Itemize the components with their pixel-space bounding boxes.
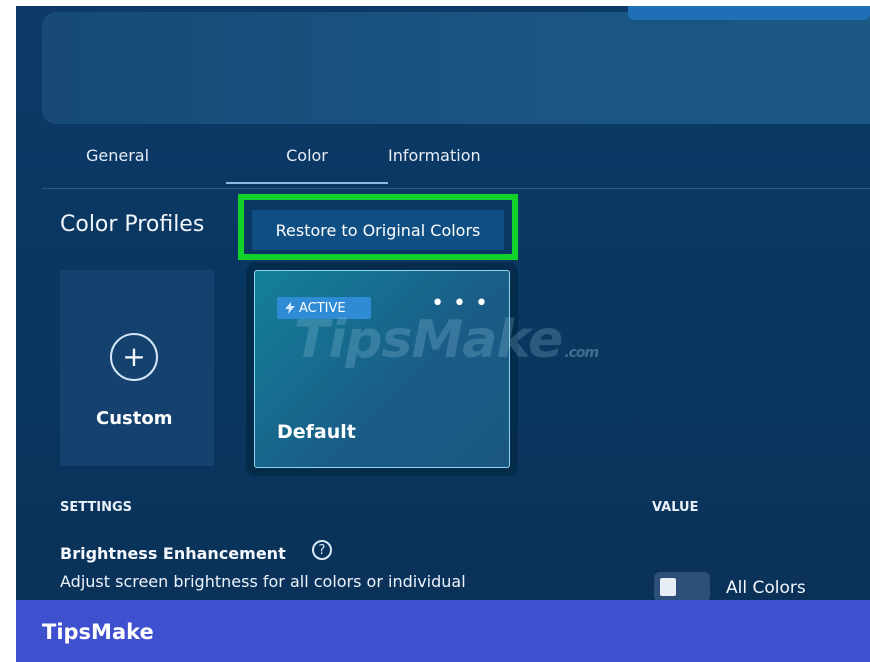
- brightness-description: Adjust screen brightness for all colors …: [60, 572, 466, 591]
- brightness-toggle[interactable]: [654, 572, 710, 600]
- default-profile-label: Default: [277, 421, 356, 443]
- value-header: VALUE: [652, 500, 699, 515]
- intel-graphics-color-screen: General Color Information Color Profiles…: [16, 6, 870, 600]
- screenshot-frame: General Color Information Color Profiles…: [0, 0, 870, 662]
- add-icon: +: [110, 333, 158, 381]
- top-accent-bar: [628, 6, 870, 20]
- tipsmake-watermark: TipsMake .com: [294, 310, 599, 370]
- color-profiles-title: Color Profiles: [60, 212, 205, 237]
- tab-general[interactable]: General: [86, 146, 149, 165]
- highlight-box: Restore to Original Colors: [238, 194, 518, 260]
- tipsmake-footer: TipsMake: [16, 600, 870, 662]
- tab-bar: General Color Information: [42, 134, 870, 189]
- help-icon[interactable]: ?: [312, 540, 332, 560]
- tab-information[interactable]: Information: [388, 146, 481, 165]
- custom-profile-label: Custom: [96, 408, 173, 429]
- restore-original-colors-button[interactable]: Restore to Original Colors: [252, 210, 504, 250]
- toggle-knob: [660, 578, 676, 596]
- tab-color[interactable]: Color: [226, 146, 388, 184]
- watermark-suffix: .com: [564, 345, 599, 361]
- brightness-enhancement-title: Brightness Enhancement: [60, 544, 286, 563]
- brightness-value-label: All Colors: [726, 578, 806, 598]
- footer-brand: TipsMake: [42, 620, 154, 644]
- settings-header: SETTINGS: [60, 500, 133, 515]
- watermark-main: TipsMake: [294, 310, 563, 370]
- top-panel: [42, 12, 870, 124]
- custom-profile-card[interactable]: + Custom: [60, 270, 214, 466]
